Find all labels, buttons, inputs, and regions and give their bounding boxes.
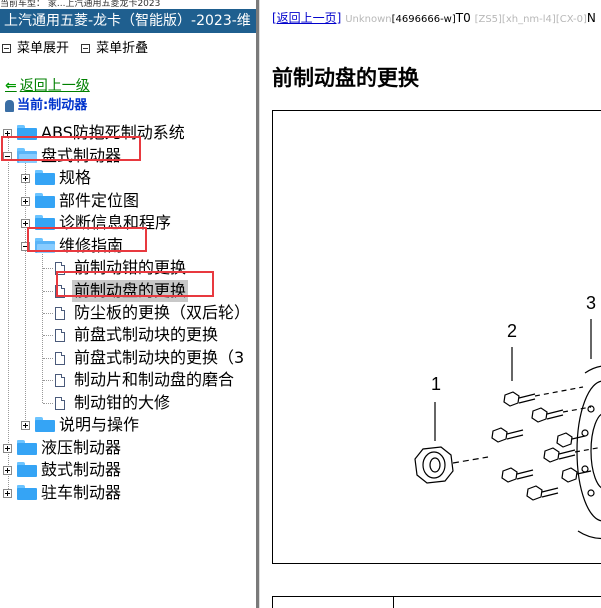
tree-line xyxy=(43,268,53,269)
menu-collapse-icon xyxy=(81,44,91,53)
tree-line xyxy=(43,291,53,292)
user-icon xyxy=(5,99,14,112)
tree-item-label: 鼓式制动器 xyxy=(41,460,122,479)
tree-line xyxy=(43,335,53,336)
window-title: 上汽通用五菱-龙卡（智能版）-2023-维 xyxy=(0,9,256,33)
expand-toggle-icon[interactable] xyxy=(3,444,12,453)
document-icon xyxy=(55,352,65,365)
table-divider xyxy=(393,597,394,608)
expand-toggle-icon[interactable] xyxy=(3,466,12,475)
expand-toggle-icon[interactable] xyxy=(21,421,30,430)
tree-line xyxy=(43,380,53,381)
tree-item-label: 部件定位图 xyxy=(59,191,140,210)
current-location: 当前:制动器 xyxy=(5,94,87,113)
tree-line xyxy=(43,313,53,314)
callout-2: 2 xyxy=(507,321,517,341)
back-link-label: 返回上一级 xyxy=(19,78,90,94)
folder-icon xyxy=(17,485,37,500)
highlight-box xyxy=(27,227,147,252)
tree-line xyxy=(43,358,53,359)
current-location-label: 当前:制动器 xyxy=(17,98,88,113)
tree-item-label: 驻车制动器 xyxy=(41,483,122,502)
tree-item-label: 防尘板的更换（双后轮） xyxy=(74,303,251,322)
folder-icon xyxy=(35,170,55,185)
callout-3: 3 xyxy=(586,293,596,313)
expand-toggle-icon[interactable] xyxy=(3,489,12,498)
back-page-link[interactable]: [返回上一页] xyxy=(272,11,341,25)
unknown-label: Unknown xyxy=(345,14,392,25)
tree-item-label: 前盘式制动块的更换 xyxy=(74,325,219,344)
content-header: [返回上一页] Unknown[4696666-w]T0 [ZS5][xh_nm… xyxy=(272,9,596,26)
figure-frame: 1 2 3 xyxy=(272,110,601,564)
highlight-box xyxy=(1,136,141,161)
callout-1: 1 xyxy=(431,374,441,394)
folder-icon xyxy=(35,193,55,208)
doc-tags: [ZS5][xh_nm-l4][CX-0] xyxy=(474,14,587,25)
brake-rotor-illustration: 1 2 3 xyxy=(414,293,601,539)
back-link[interactable]: ⇐ 返回上一级 xyxy=(5,75,90,95)
parts-table xyxy=(272,596,601,608)
tree-item-label: 制动钳的大修 xyxy=(74,393,171,412)
menu-bar: 菜单展开 菜单折叠 xyxy=(2,37,156,56)
document-icon xyxy=(55,329,65,342)
content-panel: [返回上一页] Unknown[4696666-w]T0 [ZS5][xh_nm… xyxy=(260,0,601,608)
doc-code: [4696666-w] xyxy=(391,14,456,25)
tree-line xyxy=(8,133,9,493)
folder-icon xyxy=(35,417,55,432)
tree-item-label: 液压制动器 xyxy=(41,438,122,457)
tree-item-label: 说明与操作 xyxy=(59,415,140,434)
expand-toggle-icon[interactable] xyxy=(21,174,30,183)
tree-item-label: 前盘式制动块的更换（3 xyxy=(74,348,245,367)
left-panel: 上汽通用五菱-龙卡（智能版）-2023-维 菜单展开 菜单折叠 ⇐ 返回上一级 当… xyxy=(0,8,256,608)
document-icon xyxy=(55,397,65,410)
folder-icon xyxy=(17,462,37,477)
menu-expand-button[interactable]: 菜单展开 xyxy=(17,41,69,56)
menu-expand-icon xyxy=(2,44,11,53)
back-arrow-icon: ⇐ xyxy=(5,78,17,94)
tree-item-label: 制动片和制动盘的磨合 xyxy=(74,370,235,389)
document-icon xyxy=(55,374,65,387)
doc-t0: T0 xyxy=(455,11,471,25)
highlight-box xyxy=(56,271,214,297)
tree-item-label: 规格 xyxy=(59,168,92,187)
page-title: 前制动盘的更换 xyxy=(272,66,419,90)
menu-collapse-button[interactable]: 菜单折叠 xyxy=(96,41,148,56)
folder-icon xyxy=(17,440,37,455)
doc-tail: N xyxy=(586,11,596,25)
tree-line xyxy=(43,403,53,404)
expand-toggle-icon[interactable] xyxy=(21,197,30,206)
document-icon xyxy=(55,307,65,320)
